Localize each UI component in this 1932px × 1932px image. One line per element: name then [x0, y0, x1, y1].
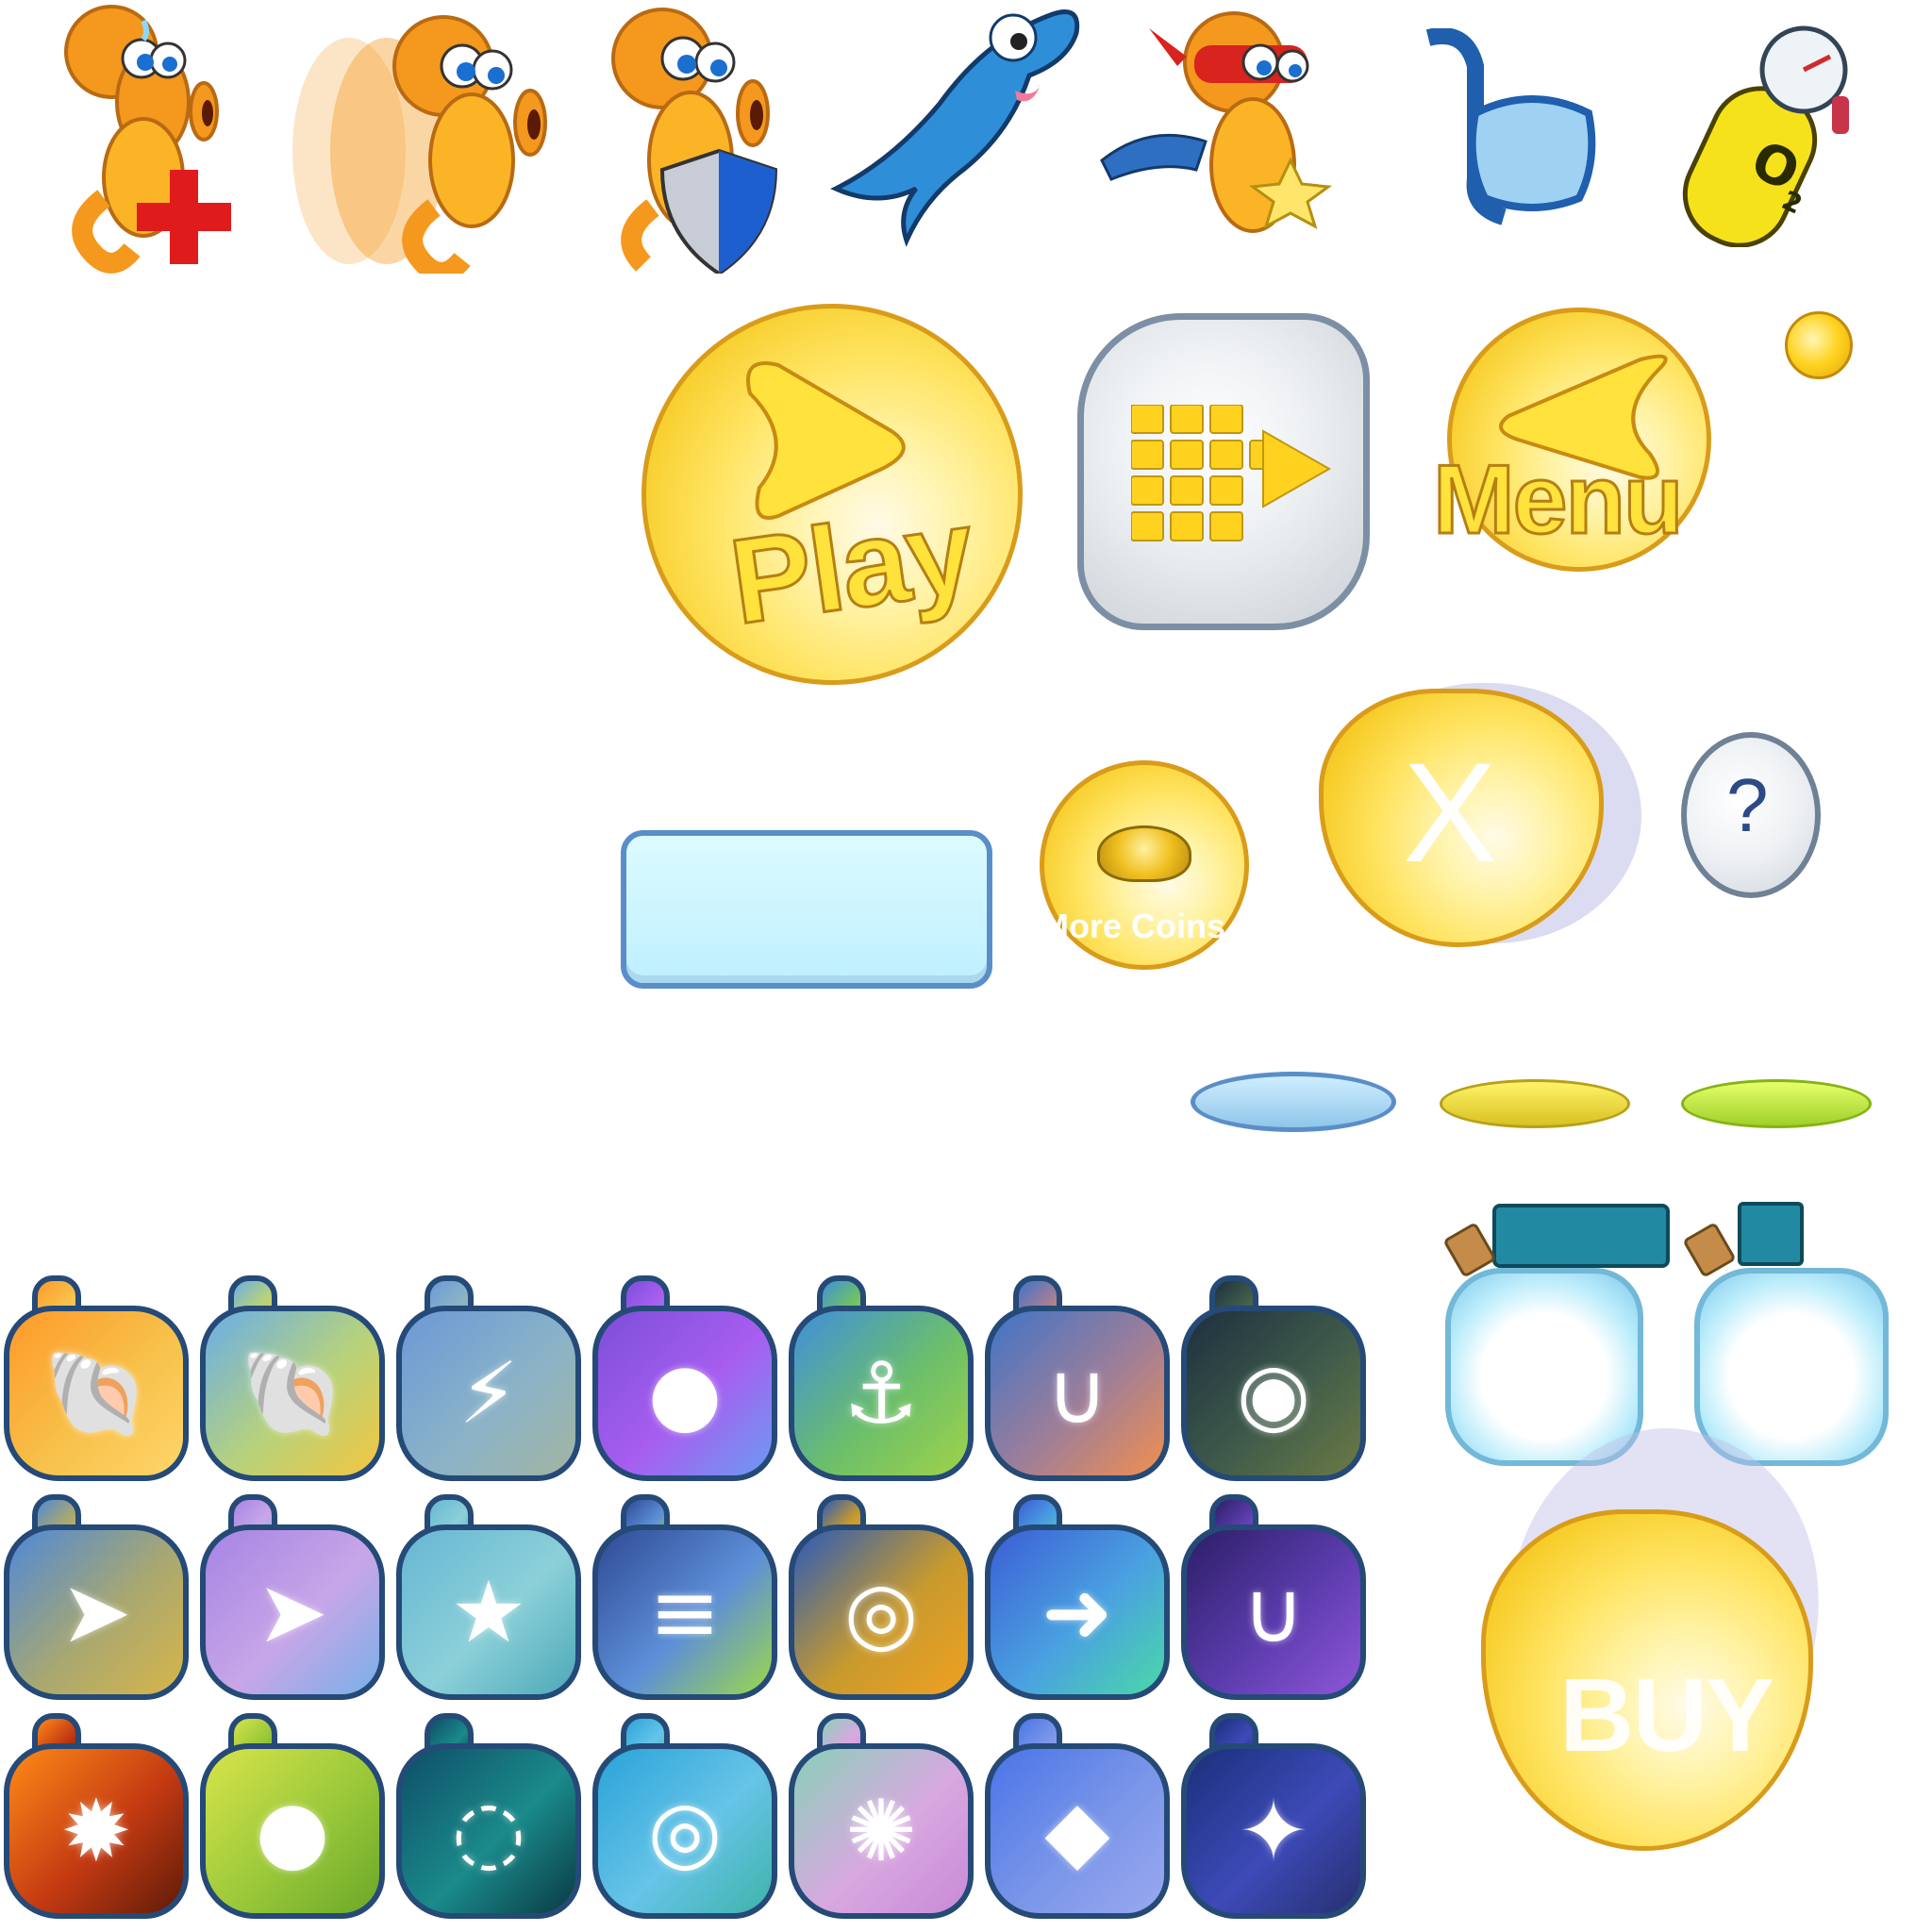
blank-text-field[interactable] — [621, 830, 992, 989]
powerup-tile[interactable]: ∪ — [983, 1275, 1172, 1483]
powerup-tile[interactable]: ✹ — [2, 1713, 191, 1921]
tile-speed-streaks-icon: ≡ — [649, 1562, 721, 1662]
help-button[interactable]: ? — [1681, 732, 1821, 898]
tile-bottle-body: ★ — [396, 1524, 581, 1700]
tile-dash-seahorse-icon: ➜ — [1041, 1562, 1113, 1662]
tile-seahorse-bubble-icon: ✦ — [1238, 1781, 1309, 1881]
more-coins-label: More Coins — [1041, 907, 1226, 945]
tile-diamond-icon: ◆ — [1044, 1781, 1110, 1881]
blue-pad — [1191, 1072, 1396, 1132]
powerup-tile[interactable]: ✦ — [1179, 1713, 1368, 1921]
bottle-banner-ribbon — [1492, 1204, 1670, 1268]
tile-lightning-icon: ⚡ — [458, 1343, 519, 1443]
yellow-pad — [1440, 1079, 1630, 1128]
tile-anchor-icon: ⚓ — [842, 1343, 920, 1443]
powerup-tile[interactable]: 🐚 — [198, 1275, 387, 1483]
tile-green-fish-icon: ➤ — [60, 1562, 132, 1662]
seahorse-hero-icon — [1092, 0, 1366, 274]
bottle-frame-banner — [1436, 1191, 1683, 1466]
powerup-tile[interactable]: ⚡ — [394, 1275, 583, 1483]
seahorse-shield-icon — [596, 0, 785, 274]
level-select-button[interactable] — [1077, 313, 1370, 630]
coin-icon — [1785, 311, 1853, 379]
more-coins-button[interactable]: More Coins — [1040, 760, 1249, 970]
tile-bottle-body: ◆ — [985, 1743, 1170, 1919]
powerup-tile[interactable]: ◆ — [983, 1713, 1172, 1921]
powerup-tile[interactable]: ≡ — [591, 1494, 779, 1702]
buy-label: BUY — [1559, 1657, 1774, 1774]
bottle-glass — [1445, 1268, 1643, 1466]
tile-bottle-body: ● — [592, 1306, 777, 1481]
help-icon: ? — [1726, 763, 1769, 847]
buy-button[interactable]: BUY — [1481, 1509, 1813, 1851]
seahorse-speed-icon — [283, 0, 557, 274]
tile-bottle-body: ✹ — [4, 1743, 189, 1919]
bottle-glass — [1694, 1268, 1889, 1466]
bottle-cork — [1682, 1222, 1737, 1278]
tile-clam-icon: 🐚 — [42, 1343, 150, 1443]
tile-puffer-icon: ✺ — [845, 1781, 917, 1881]
tile-sea-mine-icon: ● — [255, 1781, 330, 1881]
coin-pile-icon — [1097, 825, 1191, 882]
tile-bottle-body: ➜ — [985, 1524, 1170, 1700]
tile-bottle-body: ∪ — [1181, 1524, 1366, 1700]
level-grid-icon — [1131, 405, 1332, 541]
menu-button[interactable]: Menu — [1432, 308, 1711, 572]
tile-bottle-body: ✦ — [1181, 1743, 1366, 1919]
powerup-tile[interactable]: ★ — [394, 1494, 583, 1702]
tile-bottle-body: ∪ — [985, 1306, 1170, 1481]
powerup-tile[interactable]: ● — [591, 1275, 779, 1483]
seahorse-health-icon — [38, 0, 236, 274]
powerup-tile[interactable]: ◌ — [394, 1713, 583, 1921]
tile-explosion-icon: ✹ — [60, 1781, 132, 1881]
tile-magnet-icon: ∪ — [1046, 1343, 1108, 1443]
tile-starfish-icon: ★ — [450, 1562, 527, 1662]
tile-bottle-body: ➤ — [4, 1524, 189, 1700]
bottle-torn-ribbon — [1738, 1202, 1804, 1266]
play-button[interactable]: Play — [641, 304, 1023, 685]
powerup-tile[interactable]: ◉ — [1179, 1275, 1368, 1483]
tile-bottle-body: ● — [200, 1743, 385, 1919]
tile-bottle-body: ≡ — [592, 1524, 777, 1700]
powerup-tile[interactable]: ➤ — [2, 1494, 191, 1702]
tile-sonar-icon: ◎ — [647, 1781, 723, 1881]
tile-diving-helmet-icon: ◉ — [1236, 1343, 1311, 1443]
powerup-tile[interactable]: ∪ — [1179, 1494, 1368, 1702]
dolphin-icon — [817, 0, 1091, 274]
tile-bottle-body: ◎ — [592, 1743, 777, 1919]
powerup-tile[interactable]: ● — [198, 1713, 387, 1921]
powerup-tile[interactable]: ◎ — [787, 1494, 975, 1702]
close-icon: X — [1403, 733, 1498, 891]
powerup-tile[interactable]: ➤ — [198, 1494, 387, 1702]
powerup-tile-grid: 🐚 🐚 ⚡ ● ⚓ ∪ ◉ ➤ ➤ ★ ≡ ◎ ➜ ∪ ✹ ● ◌ ◎ ✺ ◆ ✦ — [0, 1275, 1377, 1932]
tile-bottle-body: ➤ — [200, 1524, 385, 1700]
tile-bottle-body: ◌ — [396, 1743, 581, 1919]
tile-bottle-body: 🐚 — [4, 1306, 189, 1481]
snorkel-mask-icon — [1400, 28, 1607, 236]
tile-bubble-icon: ● — [647, 1343, 723, 1443]
tile-magnet-electric-icon: ∪ — [1242, 1562, 1305, 1662]
tile-red-fish-icon: ➤ — [257, 1562, 328, 1662]
tile-vortex-ring-icon: ◌ — [451, 1781, 526, 1881]
bottle-frame-torn — [1681, 1191, 1907, 1466]
tile-bottle-body: ✺ — [789, 1743, 974, 1919]
tile-bottle-body: 🐚 — [200, 1306, 385, 1481]
tile-bottle-body: ◉ — [1181, 1306, 1366, 1481]
tile-spiral-icon: ◎ — [843, 1562, 919, 1662]
powerup-tile[interactable]: ✺ — [787, 1713, 975, 1921]
tile-bottle-body: ◎ — [789, 1524, 974, 1700]
powerup-tile[interactable]: 🐚 — [2, 1275, 191, 1483]
oxygen-tank-icon: O 2 — [1679, 21, 1858, 247]
tile-bottle-body: ⚓ — [789, 1306, 974, 1481]
menu-label: Menu — [1432, 444, 1686, 557]
powerup-tile[interactable]: ➜ — [983, 1494, 1172, 1702]
powerup-tile[interactable]: ◎ — [591, 1713, 779, 1921]
powerup-tile[interactable]: ⚓ — [787, 1275, 975, 1483]
tile-clams-group-icon: 🐚 — [239, 1343, 346, 1443]
green-pad — [1681, 1079, 1872, 1128]
tile-bottle-body: ⚡ — [396, 1306, 581, 1481]
